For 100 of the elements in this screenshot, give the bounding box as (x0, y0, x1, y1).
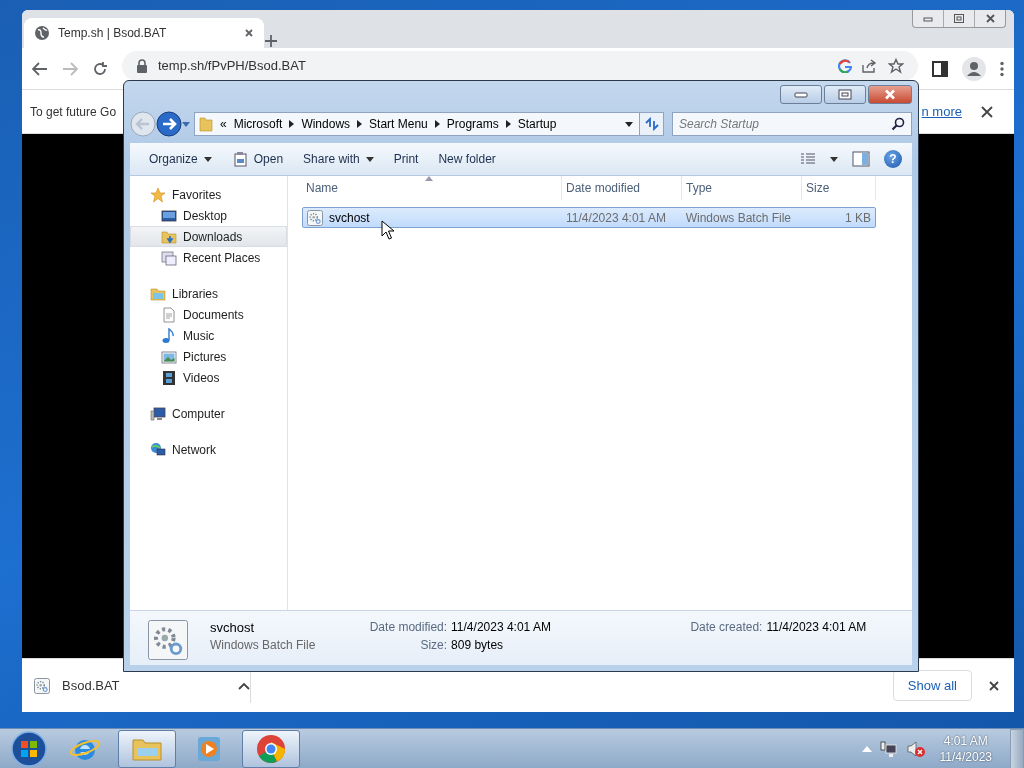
nav-item[interactable]: Pictures (130, 346, 287, 367)
batch-file-icon (34, 677, 50, 694)
breadcrumb-arrow-icon[interactable] (289, 120, 295, 128)
share-icon[interactable] (862, 58, 878, 73)
show-all-button[interactable]: Show all (892, 670, 972, 701)
nav-item[interactable]: Downloads (130, 226, 287, 247)
breadcrumb-overflow[interactable]: « (220, 117, 227, 131)
minimize-icon (923, 15, 933, 22)
maximize-icon (838, 89, 852, 100)
recent-places-icon (161, 249, 177, 266)
reload-icon[interactable] (92, 60, 108, 77)
caret-icon[interactable] (365, 156, 374, 162)
breadcrumb-arrow-icon[interactable] (357, 120, 363, 128)
address-bar[interactable]: temp.sh/fPvPH/Bsod.BAT (122, 50, 918, 81)
chevron-up-icon[interactable] (238, 681, 250, 690)
back-arrow-icon[interactable] (32, 60, 48, 77)
toolbar-button[interactable]: Print (384, 148, 428, 170)
tricolor-circle-icon (255, 732, 287, 765)
side-panel-icon[interactable] (932, 60, 948, 77)
file-row[interactable]: svchost 11/4/2023 4:01 AM Windows Batch File 1 KB (302, 207, 876, 228)
desktop-icon (161, 207, 177, 224)
network-icon (150, 441, 166, 458)
view-caret-icon[interactable] (830, 156, 838, 162)
nav-item[interactable]: Documents (130, 304, 287, 325)
breadcrumb-item[interactable]: Microsoft (233, 117, 283, 131)
close-icon (884, 89, 896, 100)
close-icon[interactable] (984, 13, 996, 24)
column-header[interactable]: Size (802, 176, 876, 200)
learn-more-link[interactable]: n more (921, 104, 962, 119)
dropdown-caret-icon[interactable] (625, 121, 633, 127)
taskbar-button[interactable] (242, 729, 300, 768)
menu-icon[interactable] (1000, 60, 1004, 77)
details-label: Date created: (689, 620, 763, 636)
new-tab-icon[interactable] (264, 34, 278, 48)
minimize-icon (794, 91, 808, 98)
refresh-icon (643, 117, 660, 131)
batch-file-large-icon (148, 620, 188, 660)
nav-item[interactable]: Recent Places (130, 247, 287, 268)
toolbar-button[interactable]: Share with (294, 148, 383, 170)
close-icon[interactable] (244, 28, 254, 38)
details-value: 11/4/2023 4:01 AM (766, 620, 868, 636)
close-icon[interactable] (988, 679, 1000, 692)
maximize-button[interactable] (824, 85, 866, 104)
computer-icon (150, 405, 166, 422)
breadcrumb-arrow-icon[interactable] (505, 120, 511, 128)
browser-tab[interactable]: Temp.sh | Bsod.BAT (24, 18, 264, 48)
profile-icon[interactable] (962, 56, 986, 81)
size-cell-text: 1 KB (844, 210, 872, 225)
breadcrumb-item[interactable]: Programs (446, 117, 499, 131)
nav-item[interactable]: Computer (130, 403, 287, 424)
nav-item[interactable]: Desktop (130, 205, 287, 226)
multicolor-g-icon[interactable] (838, 58, 852, 73)
preview-pane-icon[interactable] (852, 151, 870, 167)
picture-icon (161, 348, 177, 365)
nav-item[interactable]: Videos (130, 367, 287, 388)
nav-item[interactable]: Favorites (130, 184, 287, 205)
breadcrumb-item[interactable]: Startup (517, 117, 557, 131)
history-caret-icon[interactable] (182, 121, 190, 127)
document-icon (161, 306, 177, 323)
refresh-button[interactable] (640, 112, 664, 136)
details-value: 809 bytes (451, 638, 505, 654)
column-header[interactable]: Type (682, 176, 802, 200)
details-value: 11/4/2023 4:01 AM (451, 620, 552, 636)
sort-arrow-icon (425, 176, 433, 181)
breadcrumb-bar[interactable]: « Microsoft Windows Start Menu Programs Startup (194, 112, 640, 136)
nav-item[interactable]: Music (130, 325, 287, 346)
cursor-icon (381, 220, 394, 240)
type-cell-text: Windows Batch File (684, 210, 793, 225)
download-folder-icon (161, 228, 177, 245)
forward-button-icon[interactable] (156, 111, 182, 137)
search-field[interactable]: Search Startup (672, 112, 912, 136)
toolbar-button[interactable]: Organize (140, 148, 221, 170)
breadcrumb-item[interactable]: Start Menu (369, 117, 428, 131)
network-status-icon[interactable] (879, 739, 898, 758)
globe-icon (34, 25, 50, 41)
music-note-icon (161, 327, 177, 344)
star-icon[interactable] (888, 57, 904, 74)
search-icon[interactable] (891, 117, 905, 131)
lock-icon (136, 58, 148, 73)
column-header[interactable]: Date modified (562, 176, 682, 200)
taskbar-button[interactable] (118, 729, 176, 768)
toolbar-button[interactable]: Open (222, 147, 293, 171)
film-icon (161, 369, 177, 386)
date-cell-text: 11/4/2023 4:01 AM (565, 210, 667, 225)
details-label: Date modified: (368, 620, 448, 636)
file-name: svchost (329, 210, 370, 225)
nav-item[interactable]: Network (130, 439, 287, 460)
star-icon (150, 186, 166, 203)
speaker-muted-icon[interactable] (905, 739, 926, 758)
details-type: Windows Batch File (210, 638, 317, 654)
toolbar-button[interactable]: New folder (429, 148, 505, 170)
nav-item[interactable]: Libraries (130, 283, 287, 304)
start-orb-icon[interactable] (10, 729, 48, 768)
breadcrumb-item[interactable]: Windows (301, 117, 351, 131)
close-button[interactable] (868, 85, 912, 104)
caret-icon[interactable] (203, 156, 212, 162)
minimize-button[interactable] (780, 85, 822, 104)
close-icon[interactable] (980, 104, 994, 119)
breadcrumb-arrow-icon[interactable] (434, 120, 440, 128)
library-icon (150, 285, 166, 302)
